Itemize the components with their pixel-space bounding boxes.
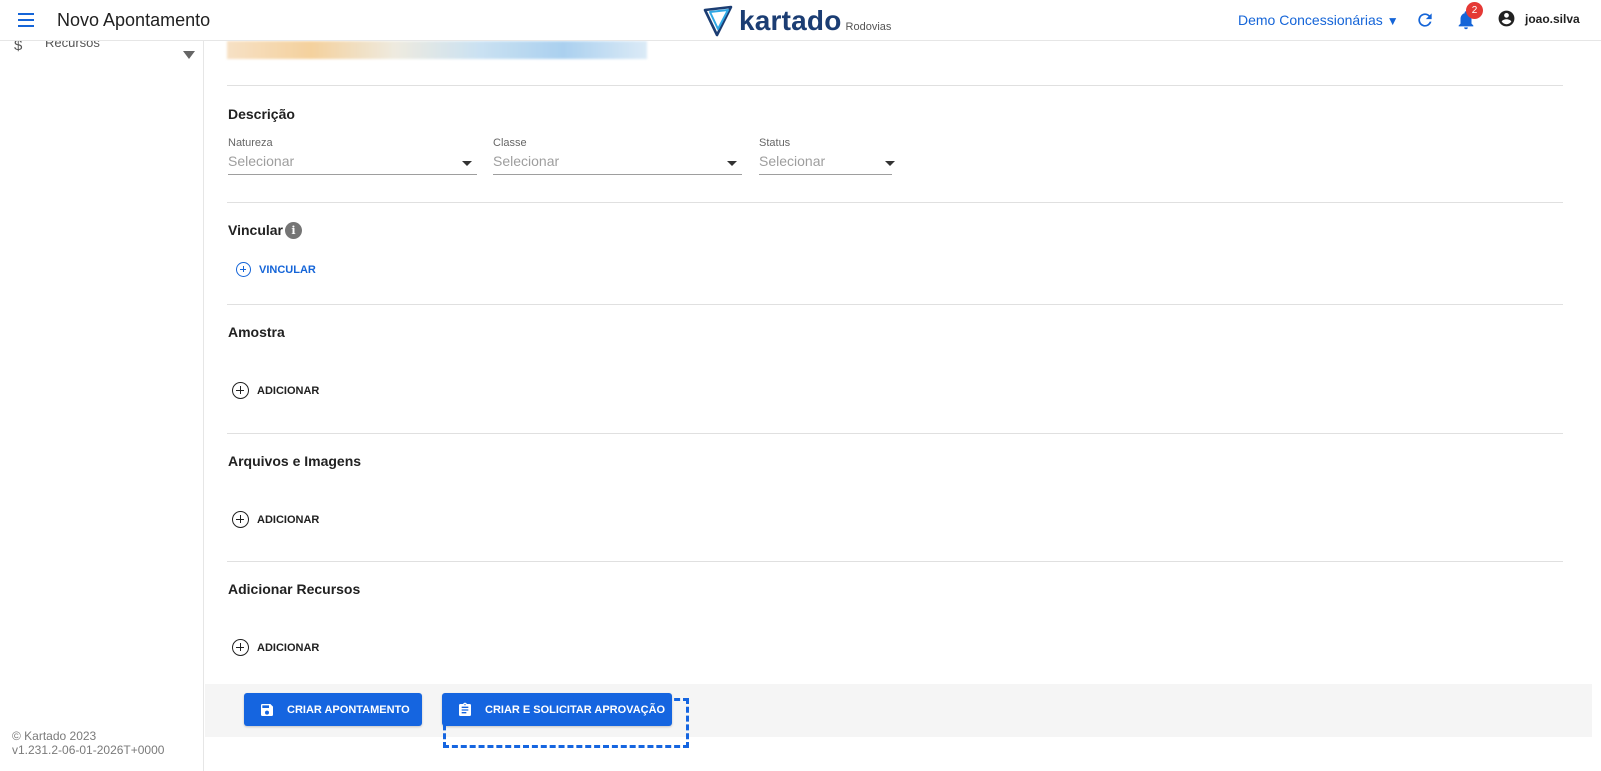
add-circle-icon: [232, 382, 249, 399]
version-text: v1.231.2-06-01-2026T+0000: [12, 743, 165, 757]
organization-name: Demo Concessionárias: [1238, 12, 1383, 28]
add-circle-icon: [232, 511, 249, 528]
button-label: VINCULAR: [259, 263, 316, 276]
criar-solicitar-aprovacao-button[interactable]: CRIAR E SOLICITAR APROVAÇÃO: [442, 693, 672, 726]
classe-select[interactable]: Classe Selecionar: [493, 137, 742, 177]
app-header: Novo Apontamento kartado Rodovias Demo C…: [0, 0, 1601, 41]
field-underline: [759, 174, 892, 175]
divider: [227, 304, 1563, 305]
user-menu[interactable]: joao.silva: [1497, 9, 1580, 28]
caret-down-icon: [727, 161, 737, 166]
vincular-button[interactable]: VINCULAR: [236, 262, 316, 277]
arquivos-add-button[interactable]: ADICIONAR: [232, 511, 319, 528]
user-name: joao.silva: [1525, 11, 1580, 26]
field-underline: [493, 174, 742, 175]
logo-subtitle: Rodovias: [845, 21, 892, 33]
field-label: Natureza: [228, 137, 273, 149]
divider: [227, 433, 1563, 434]
status-select[interactable]: Status Selecionar: [759, 137, 895, 177]
logo-text: kartado: [739, 5, 842, 36]
caret-down-icon: [462, 161, 472, 166]
sidebar: $ Recursos © Kartado 2023 v1.231.2-06-01…: [0, 35, 204, 771]
add-circle-icon: [232, 639, 249, 656]
button-label: ADICIONAR: [257, 513, 320, 526]
field-label: Status: [759, 137, 791, 149]
recursos-add-button[interactable]: ADICIONAR: [232, 639, 319, 656]
button-label: ADICIONAR: [257, 641, 320, 654]
field-underline: [228, 174, 477, 175]
caret-down-icon: [885, 161, 895, 166]
action-bar: CRIAR APONTAMENTO CRIAR E SOLICITAR APRO…: [205, 684, 1592, 737]
divider: [227, 202, 1563, 203]
section-title-recursos: Adicionar Recursos: [228, 581, 361, 597]
criar-apontamento-button[interactable]: CRIAR APONTAMENTO: [244, 693, 422, 726]
image-preview: [227, 41, 647, 59]
natureza-select[interactable]: Natureza Selecionar: [228, 137, 477, 177]
refresh-icon[interactable]: [1415, 10, 1435, 30]
organization-select[interactable]: Demo Concessionárias ▼: [1238, 12, 1399, 28]
button-label: CRIAR E SOLICITAR APROVAÇÃO: [485, 703, 666, 716]
chevron-down-icon[interactable]: [183, 51, 195, 59]
copyright-text: © Kartado 2023: [12, 729, 97, 743]
add-circle-icon: [236, 262, 251, 277]
field-value: Selecionar: [759, 153, 826, 169]
page-title: Novo Apontamento: [57, 10, 211, 30]
field-value: Selecionar: [228, 153, 295, 169]
button-label: ADICIONAR: [257, 384, 320, 397]
amostra-add-button[interactable]: ADICIONAR: [232, 382, 319, 399]
section-title-descricao: Descrição: [228, 106, 295, 122]
divider: [227, 561, 1563, 562]
section-title-vincular: Vincular: [228, 222, 283, 238]
field-value: Selecionar: [493, 153, 560, 169]
main-content: Descrição Natureza Selecionar Classe Sel…: [205, 41, 1601, 771]
menu-icon[interactable]: [16, 11, 36, 29]
info-icon[interactable]: i: [285, 222, 302, 239]
logo: kartado Rodovias: [703, 3, 891, 37]
section-title-amostra: Amostra: [228, 324, 285, 340]
sidebar-footer: © Kartado 2023 v1.231.2-06-01-2026T+0000: [12, 729, 164, 757]
save-icon: [261, 703, 273, 716]
divider: [227, 85, 1563, 86]
button-label: CRIAR APONTAMENTO: [287, 703, 410, 716]
field-label: Classe: [493, 137, 527, 149]
clipboard-icon: [459, 702, 471, 716]
account-circle-icon: [1498, 10, 1515, 27]
caret-down-icon: ▼: [1386, 14, 1399, 28]
logo-mark-icon: [703, 5, 733, 37]
notification-badge: 2: [1466, 2, 1483, 19]
section-title-arquivos: Arquivos e Imagens: [228, 453, 362, 469]
